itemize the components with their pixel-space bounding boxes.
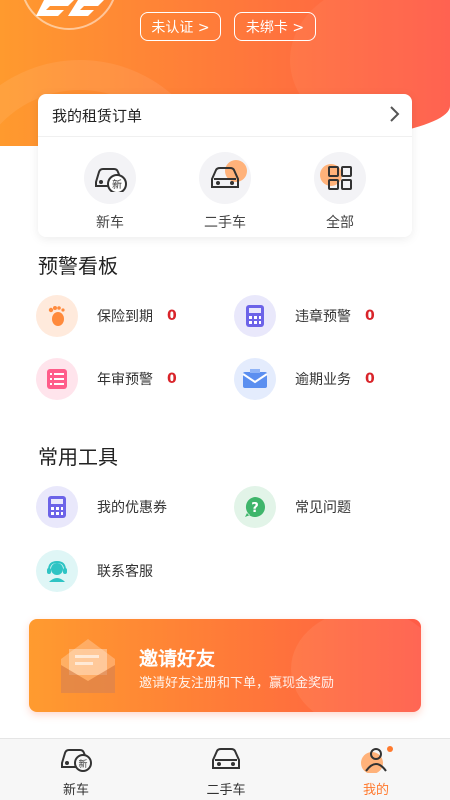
warning-count: 0 <box>365 308 375 324</box>
coupon-icon <box>36 486 78 528</box>
new-car-icon: 新 <box>61 749 92 772</box>
svg-text:新: 新 <box>112 178 122 191</box>
chevron-right-icon[interactable] <box>388 105 400 127</box>
warning-annual-inspection[interactable]: 年审预警 0 <box>36 357 226 401</box>
calculator-icon <box>234 295 276 337</box>
order-item-label: 新车 <box>96 215 124 231</box>
avatar[interactable] <box>20 0 118 30</box>
user-icon <box>361 746 393 774</box>
checklist-icon <box>36 358 78 400</box>
order-new-car[interactable]: 新 新车 <box>70 152 150 232</box>
warning-overdue[interactable]: 逾期业务 0 <box>234 357 424 401</box>
grid-icon <box>314 152 366 204</box>
rental-orders-card: 我的租赁订单 新 新车 二手车 全部 <box>38 94 412 237</box>
svg-text:新: 新 <box>78 758 87 770</box>
warning-insurance-expiry[interactable]: 保险到期 0 <box>36 294 226 338</box>
tool-faq[interactable]: ? 常见问题 <box>234 485 424 529</box>
tool-customer-service[interactable]: 联系客服 <box>36 549 226 593</box>
invite-subtitle: 邀请好友注册和下单，赢现金奖励 <box>139 676 335 691</box>
order-item-label: 全部 <box>326 215 354 231</box>
bottom-tab-bar: 新 新车 二手车 我的 <box>0 738 450 800</box>
used-car-icon <box>212 748 240 769</box>
warning-count: 0 <box>167 371 177 387</box>
invite-friends-banner[interactable]: 邀请好友 邀请好友注册和下单，赢现金奖励 <box>29 619 421 712</box>
warning-board-title: 预警看板 <box>38 254 118 278</box>
logo-icon <box>36 0 104 16</box>
warning-label: 年审预警 <box>97 372 153 388</box>
tab-used-car[interactable]: 二手车 <box>186 745 266 798</box>
rental-orders-title[interactable]: 我的租赁订单 <box>52 105 142 126</box>
warning-label: 违章预警 <box>295 309 351 325</box>
order-item-label: 二手车 <box>204 215 246 231</box>
order-all[interactable]: 全部 <box>300 152 380 232</box>
warning-label: 保险到期 <box>97 309 153 325</box>
footprint-icon <box>36 295 78 337</box>
warning-label: 逾期业务 <box>295 372 351 388</box>
bind-card-button[interactable]: 未绑卡 > <box>234 12 316 41</box>
tools-title: 常用工具 <box>38 445 118 469</box>
support-icon <box>36 550 78 592</box>
tab-mine[interactable]: 我的 <box>336 745 416 798</box>
invite-title: 邀请好友 <box>139 648 216 670</box>
tab-new-car[interactable]: 新 新车 <box>36 745 116 798</box>
warning-count: 0 <box>365 371 375 387</box>
tool-label: 我的优惠券 <box>97 500 167 516</box>
question-icon: ? <box>234 486 276 528</box>
used-car-icon <box>199 152 251 204</box>
verify-status-button[interactable]: 未认证 > <box>140 12 221 41</box>
warning-violation[interactable]: 违章预警 0 <box>234 294 424 338</box>
tab-label: 我的 <box>362 783 389 798</box>
tool-my-coupons[interactable]: 我的优惠券 <box>36 485 226 529</box>
tab-label: 新车 <box>62 783 89 798</box>
svg-text:?: ? <box>251 501 259 516</box>
warning-count: 0 <box>167 308 177 324</box>
new-car-icon: 新 <box>84 152 136 204</box>
envelope-icon <box>57 637 119 699</box>
envelope-icon <box>234 358 276 400</box>
divider <box>38 136 412 137</box>
order-used-car[interactable]: 二手车 <box>185 152 265 232</box>
tab-label: 二手车 <box>206 783 246 798</box>
tool-label: 联系客服 <box>97 564 153 580</box>
tool-label: 常见问题 <box>295 500 351 516</box>
